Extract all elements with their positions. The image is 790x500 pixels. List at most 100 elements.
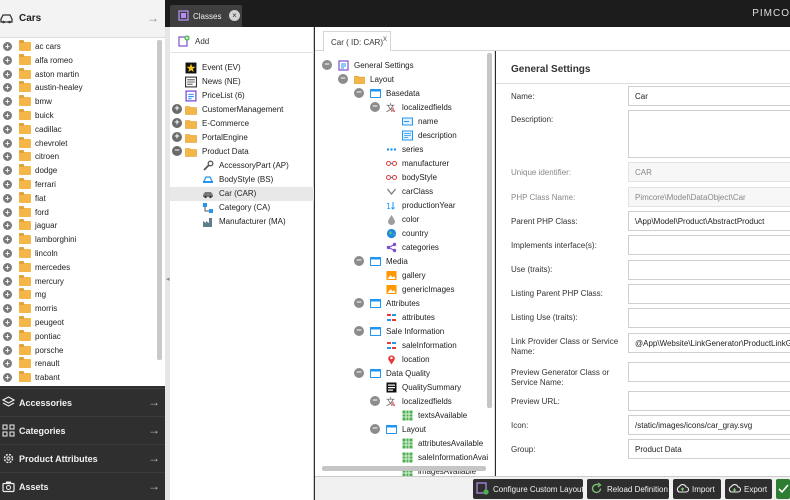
layout-tree-item[interactable]: − Layout — [315, 73, 485, 87]
save-button[interactable] — [776, 479, 790, 499]
export-button[interactable]: Export — [725, 479, 772, 499]
expand-icon[interactable]: + — [3, 97, 12, 107]
collapse-icon[interactable]: − — [338, 74, 348, 84]
collapse-arrow-icon[interactable]: ◂ — [166, 275, 170, 283]
expand-icon[interactable]: + — [3, 152, 12, 162]
expand-icon[interactable]: + — [172, 132, 182, 142]
layout-tree-item[interactable]: − Layout — [315, 423, 485, 437]
expand-icon[interactable]: + — [3, 290, 12, 300]
folder-item[interactable]: + ac cars — [0, 40, 155, 54]
layout-tree-item[interactable]: categories — [315, 241, 485, 255]
expand-icon[interactable]: + — [3, 124, 12, 134]
expand-icon[interactable]: + — [3, 69, 12, 79]
expand-icon[interactable]: + — [3, 359, 12, 369]
expand-icon[interactable]: + — [172, 118, 182, 128]
expand-icon[interactable]: + — [3, 111, 12, 120]
layout-tree-scrollbar[interactable] — [487, 53, 492, 408]
expand-icon[interactable]: + — [3, 235, 12, 245]
layout-tree-item[interactable]: country — [315, 227, 485, 241]
nav-assets[interactable]: Assets → — [0, 472, 165, 500]
folder-item[interactable]: + dodge — [0, 164, 155, 178]
layout-tree-item[interactable]: attributesAvailable — [315, 437, 485, 451]
collapse-icon[interactable]: − — [354, 298, 364, 308]
layout-tree-item[interactable]: − General Settings — [315, 59, 485, 73]
layout-tree-item[interactable]: − Media — [315, 255, 485, 269]
class-tree-item[interactable]: + CustomerManagement — [170, 103, 314, 117]
nav-accessories[interactable]: Accessories → — [0, 388, 165, 416]
add-class-button[interactable]: Add — [176, 32, 216, 49]
expand-icon[interactable]: + — [3, 55, 12, 65]
class-tree-item[interactable]: + PortalEngine — [170, 131, 314, 145]
sidebar-scrollbar[interactable] — [157, 40, 162, 360]
layout-tree-item[interactable]: manufacturer — [315, 157, 485, 171]
tab-classes[interactable]: Classes × — [170, 5, 242, 27]
layout-tree-item[interactable]: − Attributes — [315, 297, 485, 311]
field-input[interactable] — [628, 235, 790, 255]
expand-icon[interactable]: + — [3, 331, 12, 341]
layout-tree-item[interactable]: − Basedata — [315, 87, 485, 101]
field-input[interactable] — [628, 308, 790, 328]
class-tree-item[interactable]: Event (EV) — [170, 61, 314, 75]
layout-tree-item[interactable]: carClass — [315, 185, 485, 199]
folder-item[interactable]: + mercury — [0, 274, 155, 289]
layout-tree-item[interactable]: gallery — [315, 269, 485, 283]
expand-icon[interactable]: + — [172, 104, 182, 114]
folder-item[interactable]: + austin-healey — [0, 81, 155, 95]
field-input[interactable] — [628, 391, 790, 411]
layout-tree-item[interactable]: location — [315, 353, 485, 367]
expand-icon[interactable]: + — [3, 166, 12, 176]
layout-tree-item[interactable]: textsAvailable — [315, 409, 485, 423]
layout-tree-item[interactable]: description — [315, 129, 485, 143]
sidebar-header-cars[interactable]: Cars → — [0, 0, 165, 38]
class-tree-item[interactable]: Car (CAR) — [170, 187, 314, 201]
layout-tree-item[interactable]: saleInformationAvai — [315, 451, 488, 465]
nav-categories[interactable]: Categories → — [0, 416, 165, 444]
expand-icon[interactable]: + — [3, 221, 12, 231]
class-tree-item[interactable]: Manufacturer (MA) — [170, 215, 314, 229]
layout-tree-item[interactable]: − Data Quality — [315, 367, 485, 381]
expand-icon[interactable]: + — [3, 138, 12, 148]
collapse-icon[interactable]: − — [370, 424, 380, 434]
field-input[interactable]: @App\Website\LinkGenerator\ProductLinkG — [628, 333, 790, 353]
folder-item[interactable]: + lamborghini — [0, 233, 155, 247]
collapse-icon[interactable]: − — [354, 368, 364, 378]
folder-item[interactable]: + citroen — [0, 150, 155, 164]
import-button[interactable]: Import — [673, 479, 721, 499]
arrow-right-icon[interactable]: → — [147, 11, 159, 25]
field-input[interactable]: \App\Model\Product\AbstractProduct — [628, 211, 790, 231]
folder-item[interactable]: + mg — [0, 288, 155, 302]
field-input[interactable]: Car — [628, 86, 790, 106]
folder-item[interactable]: + renault — [0, 357, 155, 371]
close-icon[interactable]: x — [383, 34, 387, 43]
folder-item[interactable]: + cadillac — [0, 122, 155, 137]
expand-icon[interactable]: + — [3, 249, 12, 258]
expand-icon[interactable]: + — [3, 318, 12, 327]
collapse-icon[interactable]: − — [370, 396, 380, 406]
folder-item[interactable]: + aston martin — [0, 67, 155, 82]
reload-definition-button[interactable]: Reload Definition — [587, 479, 669, 499]
field-input[interactable]: Product Data — [628, 439, 790, 459]
class-tree-item[interactable]: PriceList (6) — [170, 89, 314, 103]
folder-item[interactable]: + bmw — [0, 95, 155, 109]
class-tree-item[interactable]: AccessoryPart (AP) — [170, 159, 314, 173]
field-input[interactable] — [628, 260, 790, 280]
expand-icon[interactable]: + — [3, 345, 12, 355]
layout-tree-item[interactable]: 1 productionYear — [315, 199, 485, 213]
collapse-icon[interactable]: − — [354, 326, 364, 336]
field-input[interactable]: /static/images/icons/car_gray.svg — [628, 415, 790, 435]
collapse-icon[interactable]: − — [370, 102, 380, 112]
collapse-icon[interactable]: − — [172, 146, 182, 156]
expand-icon[interactable]: + — [3, 373, 12, 383]
collapse-icon[interactable]: − — [322, 60, 332, 70]
field-input[interactable] — [628, 362, 790, 382]
layout-tree-item[interactable]: attributes — [315, 311, 485, 325]
folder-item[interactable]: + chevrolet — [0, 136, 155, 151]
expand-icon[interactable]: + — [3, 276, 12, 286]
class-tree-item[interactable]: Category (CA) — [170, 201, 314, 215]
expand-icon[interactable]: + — [3, 42, 12, 51]
class-tree-item[interactable]: + E-Commerce — [170, 117, 314, 131]
folder-item[interactable]: + porsche — [0, 343, 155, 358]
folder-item[interactable]: + alfa romeo — [0, 53, 155, 68]
folder-item[interactable]: + fiat — [0, 191, 155, 206]
expand-icon[interactable]: + — [3, 180, 12, 189]
